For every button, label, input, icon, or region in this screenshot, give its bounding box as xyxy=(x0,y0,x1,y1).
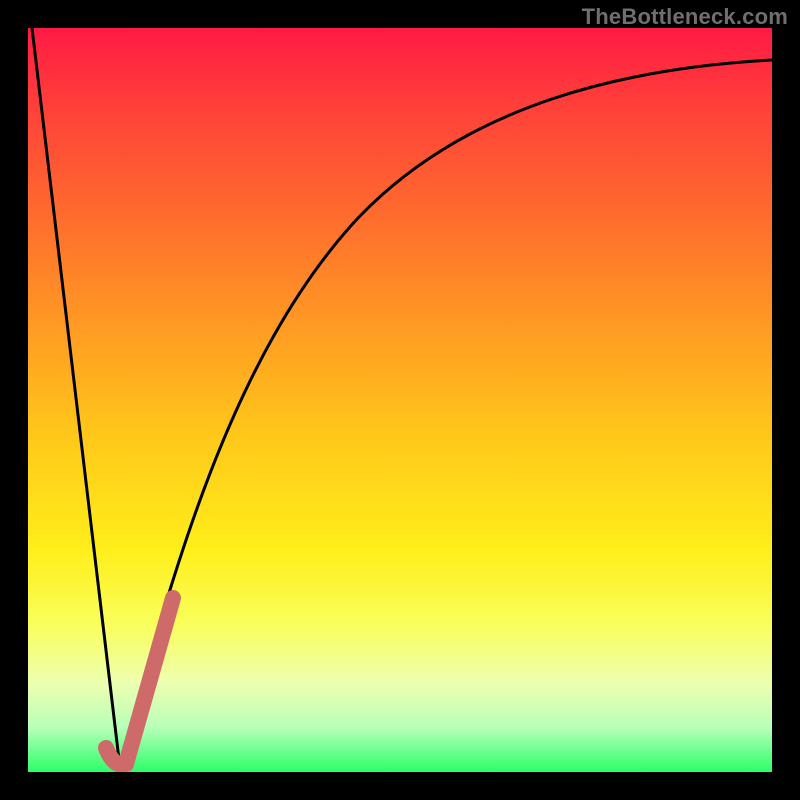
curve-right-ascent xyxy=(120,60,772,768)
curve-left-descent xyxy=(32,28,120,768)
chart-plot-area xyxy=(28,28,772,772)
watermark-text: TheBottleneck.com xyxy=(582,4,788,30)
chart-svg xyxy=(28,28,772,772)
highlight-hook-rise xyxy=(126,598,173,764)
